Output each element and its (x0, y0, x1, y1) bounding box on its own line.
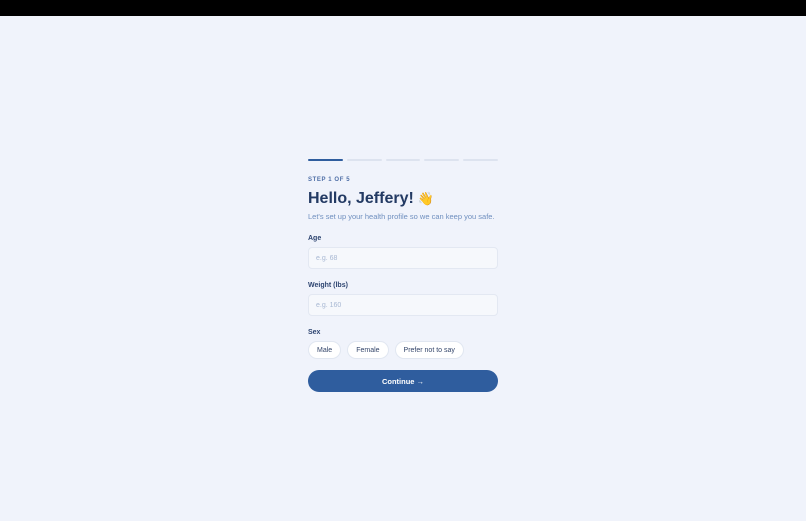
age-input[interactable] (308, 247, 498, 269)
progress-segment-4 (424, 159, 460, 161)
onboarding-card: STEP 1 OF 5 Hello, Jeffery! 👋 Let's set … (308, 159, 498, 392)
step-indicator: STEP 1 OF 5 (308, 177, 351, 183)
progress-segment-2 (346, 159, 382, 161)
progress-segment-3 (385, 159, 421, 161)
top-bar (0, 0, 806, 16)
progress-bar (308, 159, 498, 162)
sex-label: Sex (308, 329, 321, 336)
weight-label: Weight (lbs) (308, 282, 348, 289)
sex-option-female[interactable]: Female (347, 341, 389, 359)
progress-segment-5 (463, 159, 498, 161)
weight-input[interactable] (308, 294, 498, 316)
sex-option-male[interactable]: Male (308, 341, 342, 359)
title-row: Hello, Jeffery! 👋 (308, 189, 498, 209)
progress-segment-1 (308, 159, 343, 161)
page-subtitle: Let's set up your health profile so we c… (308, 212, 495, 221)
page-title: Hello, Jeffery! (308, 190, 414, 207)
age-label: Age (308, 235, 322, 242)
sex-options: Male Female Prefer not to say (308, 341, 498, 359)
wave-icon: 👋 (417, 191, 434, 206)
sex-option-prefer-not-to-say[interactable]: Prefer not to say (394, 341, 464, 359)
continue-button[interactable]: Continue → (308, 370, 498, 392)
